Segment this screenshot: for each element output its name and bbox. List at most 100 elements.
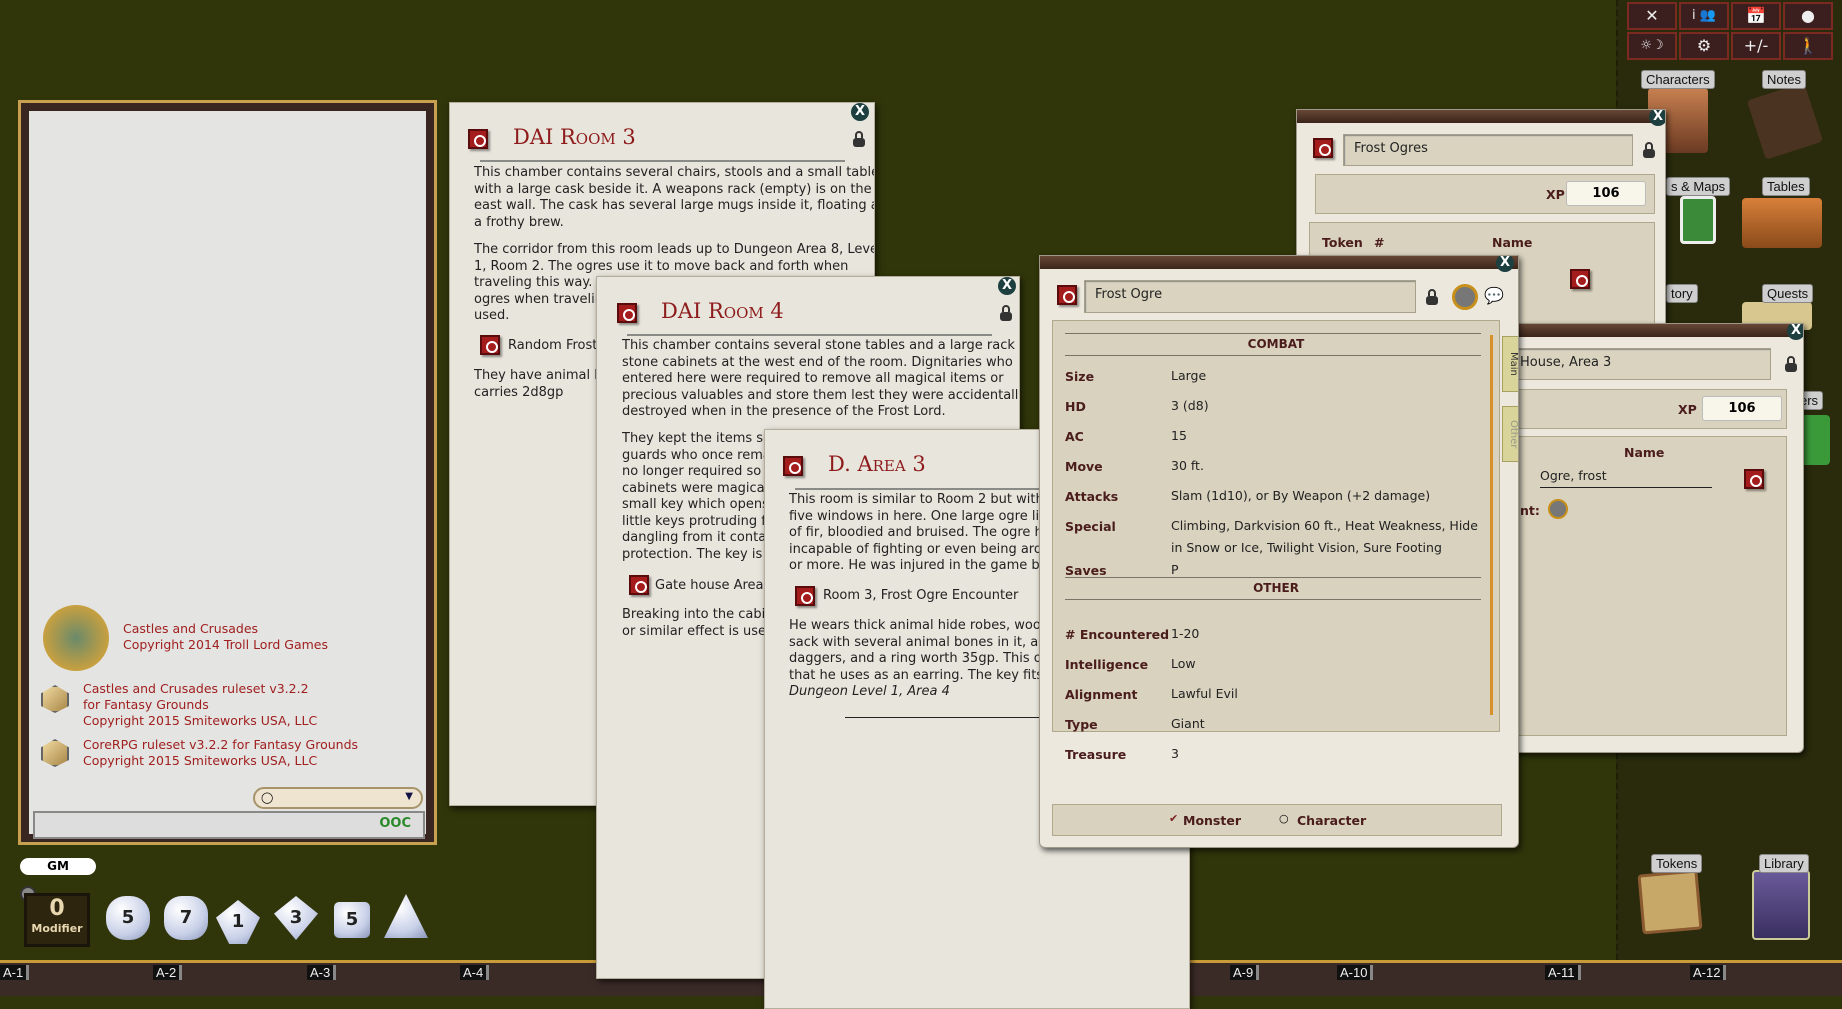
tables-button[interactable]: Tables (1762, 177, 1810, 196)
token-icon[interactable] (1452, 284, 1478, 310)
character-radio-icon[interactable]: ○ (1279, 812, 1289, 825)
tab-main[interactable]: Main (1502, 336, 1518, 392)
tokens-button[interactable]: Tokens (1651, 854, 1703, 873)
stat-value[interactable]: Slam (1d10), or By Weapon (+2 damage) (1171, 485, 1430, 507)
hotkey-slot[interactable]: A-12 (1690, 965, 1727, 980)
token-icon[interactable] (1548, 499, 1568, 519)
combat-tracker-button[interactable]: ✕ (1627, 2, 1677, 30)
hotkey-slot[interactable]: A-9 (1230, 965, 1260, 980)
window-titlebar[interactable] (1297, 110, 1665, 123)
d8-die[interactable]: 3 (274, 896, 318, 940)
window-titlebar[interactable] (1509, 324, 1803, 337)
stat-value[interactable]: 30 ft. (1171, 455, 1204, 477)
npc-link-icon[interactable] (1744, 469, 1764, 489)
close-button[interactable]: X (998, 277, 1016, 295)
stat-value[interactable]: Lawful Evil (1171, 683, 1238, 705)
lock-icon[interactable] (1000, 305, 1012, 321)
tab-other[interactable]: Other (1502, 406, 1518, 462)
close-button[interactable]: X (1649, 110, 1665, 126)
stat-value[interactable]: 3 (d8) (1171, 395, 1209, 417)
encounter-link[interactable]: Gate house Area 3 (655, 578, 776, 595)
hotkey-slot[interactable]: A-3 (307, 965, 337, 980)
stat-value[interactable]: Giant (1171, 713, 1205, 735)
table-link[interactable]: Random Frost (508, 338, 597, 355)
stat-value[interactable]: Low (1171, 653, 1196, 675)
d6-die[interactable]: 5 (334, 902, 370, 938)
encounter-link-icon[interactable] (795, 586, 815, 606)
encounter-link[interactable]: Room 3, Frost Ogre Encounter (823, 588, 1018, 605)
xp-field[interactable]: 106 (1566, 181, 1646, 206)
encounter-name-field[interactable]: House, Area 3 (1509, 348, 1771, 380)
castles-crusades-logo (43, 605, 109, 671)
close-button[interactable]: X (1496, 256, 1514, 272)
d12-die[interactable]: 7 (164, 896, 208, 940)
lock-icon[interactable] (1643, 142, 1655, 158)
xp-box: XP 106 (1315, 174, 1655, 214)
tables-book-icon[interactable] (1742, 198, 1822, 248)
quests-button[interactable]: Quests (1762, 284, 1814, 303)
stat-value[interactable]: Large (1171, 365, 1206, 387)
stat-label: Special (1065, 519, 1116, 534)
story-link-icon[interactable] (617, 303, 637, 323)
speaker-select[interactable]: ◯ ▼ (253, 787, 423, 809)
d10-die[interactable]: 1 (216, 900, 260, 944)
lock-icon[interactable] (1785, 356, 1797, 372)
library-button[interactable]: Library (1759, 854, 1809, 873)
ooc-mode-toggle[interactable]: OOC (379, 816, 411, 831)
xp-field[interactable]: 106 (1702, 396, 1782, 421)
stat-value[interactable]: Climbing, Darkvision 60 ft., Heat Weakne… (1171, 515, 1478, 559)
close-button[interactable]: X (851, 103, 869, 121)
character-radio-label[interactable]: Character (1297, 813, 1366, 828)
npc-name-field[interactable]: Frost Ogre (1084, 280, 1416, 313)
paragraph: This room is similar to Room 2 but with … (789, 492, 1070, 573)
chat-input[interactable]: OOC (33, 811, 425, 839)
paragraph: This chamber contains several stone tabl… (622, 338, 1020, 419)
speech-bubble-icon[interactable]: 💬 (1484, 286, 1504, 305)
tokens-box-icon[interactable] (1637, 869, 1703, 935)
party-sheet-button[interactable]: i 👥 (1679, 2, 1729, 30)
options-button[interactable]: ⚙ (1679, 32, 1729, 60)
maps-image[interactable] (1680, 196, 1716, 244)
characters-button[interactable]: Characters (1641, 70, 1715, 89)
encounter-icon (1313, 138, 1333, 158)
lock-icon[interactable] (1426, 289, 1438, 305)
d4-die[interactable] (384, 894, 428, 938)
scrollbar[interactable] (1490, 335, 1493, 715)
d20-die[interactable]: 5 (106, 896, 150, 940)
monster-radio-checked-icon[interactable]: ✔ (1169, 812, 1178, 825)
section-header-combat: COMBAT (1247, 337, 1305, 351)
close-button[interactable]: X (1787, 324, 1803, 340)
divider (480, 160, 845, 162)
hotkey-slot[interactable]: A-1 (0, 965, 30, 980)
table-link-icon[interactable] (480, 335, 500, 355)
hotkey-slot[interactable]: A-2 (153, 965, 183, 980)
day-night-button[interactable]: ☼☽ (1627, 32, 1677, 60)
modifier-box[interactable]: 0 Modifier (24, 893, 90, 947)
ruleset-gem-icon (41, 739, 69, 767)
chat-window: Castles and Crusades Copyright 2014 Troll… (18, 100, 437, 845)
stat-value[interactable]: 1-20 (1171, 623, 1199, 645)
lock-icon[interactable] (853, 131, 865, 147)
story-button[interactable]: tory (1666, 284, 1698, 303)
images-maps-button[interactable]: s & Maps (1666, 177, 1731, 196)
encounter-link-icon[interactable] (629, 575, 649, 595)
npc-link-icon[interactable] (1570, 269, 1590, 289)
encounter-name-field[interactable]: Frost Ogres (1343, 134, 1633, 166)
stat-value[interactable]: 3 (1171, 743, 1179, 765)
hotkey-slot[interactable]: A-4 (460, 965, 490, 980)
library-books-icon[interactable] (1752, 870, 1810, 940)
encounters-goblin-icon[interactable] (1800, 415, 1830, 465)
stat-value[interactable]: 15 (1171, 425, 1187, 447)
hotkey-slot[interactable]: A-10 (1337, 965, 1374, 980)
npc-name[interactable]: Ogre, frost (1540, 465, 1712, 488)
hotkey-slot[interactable]: A-11 (1545, 965, 1581, 980)
notes-button[interactable]: Notes (1762, 70, 1806, 89)
modifiers-button[interactable]: +/- (1731, 32, 1781, 60)
effects-button[interactable]: 🚶 (1783, 32, 1833, 60)
monster-radio-label[interactable]: Monster (1183, 813, 1241, 828)
calendar-button[interactable]: 📅 (1731, 2, 1781, 30)
lighting-button[interactable]: ● (1783, 2, 1833, 30)
story-link-icon[interactable] (468, 129, 488, 149)
window-titlebar[interactable] (1040, 256, 1518, 269)
story-link-icon[interactable] (783, 456, 803, 476)
